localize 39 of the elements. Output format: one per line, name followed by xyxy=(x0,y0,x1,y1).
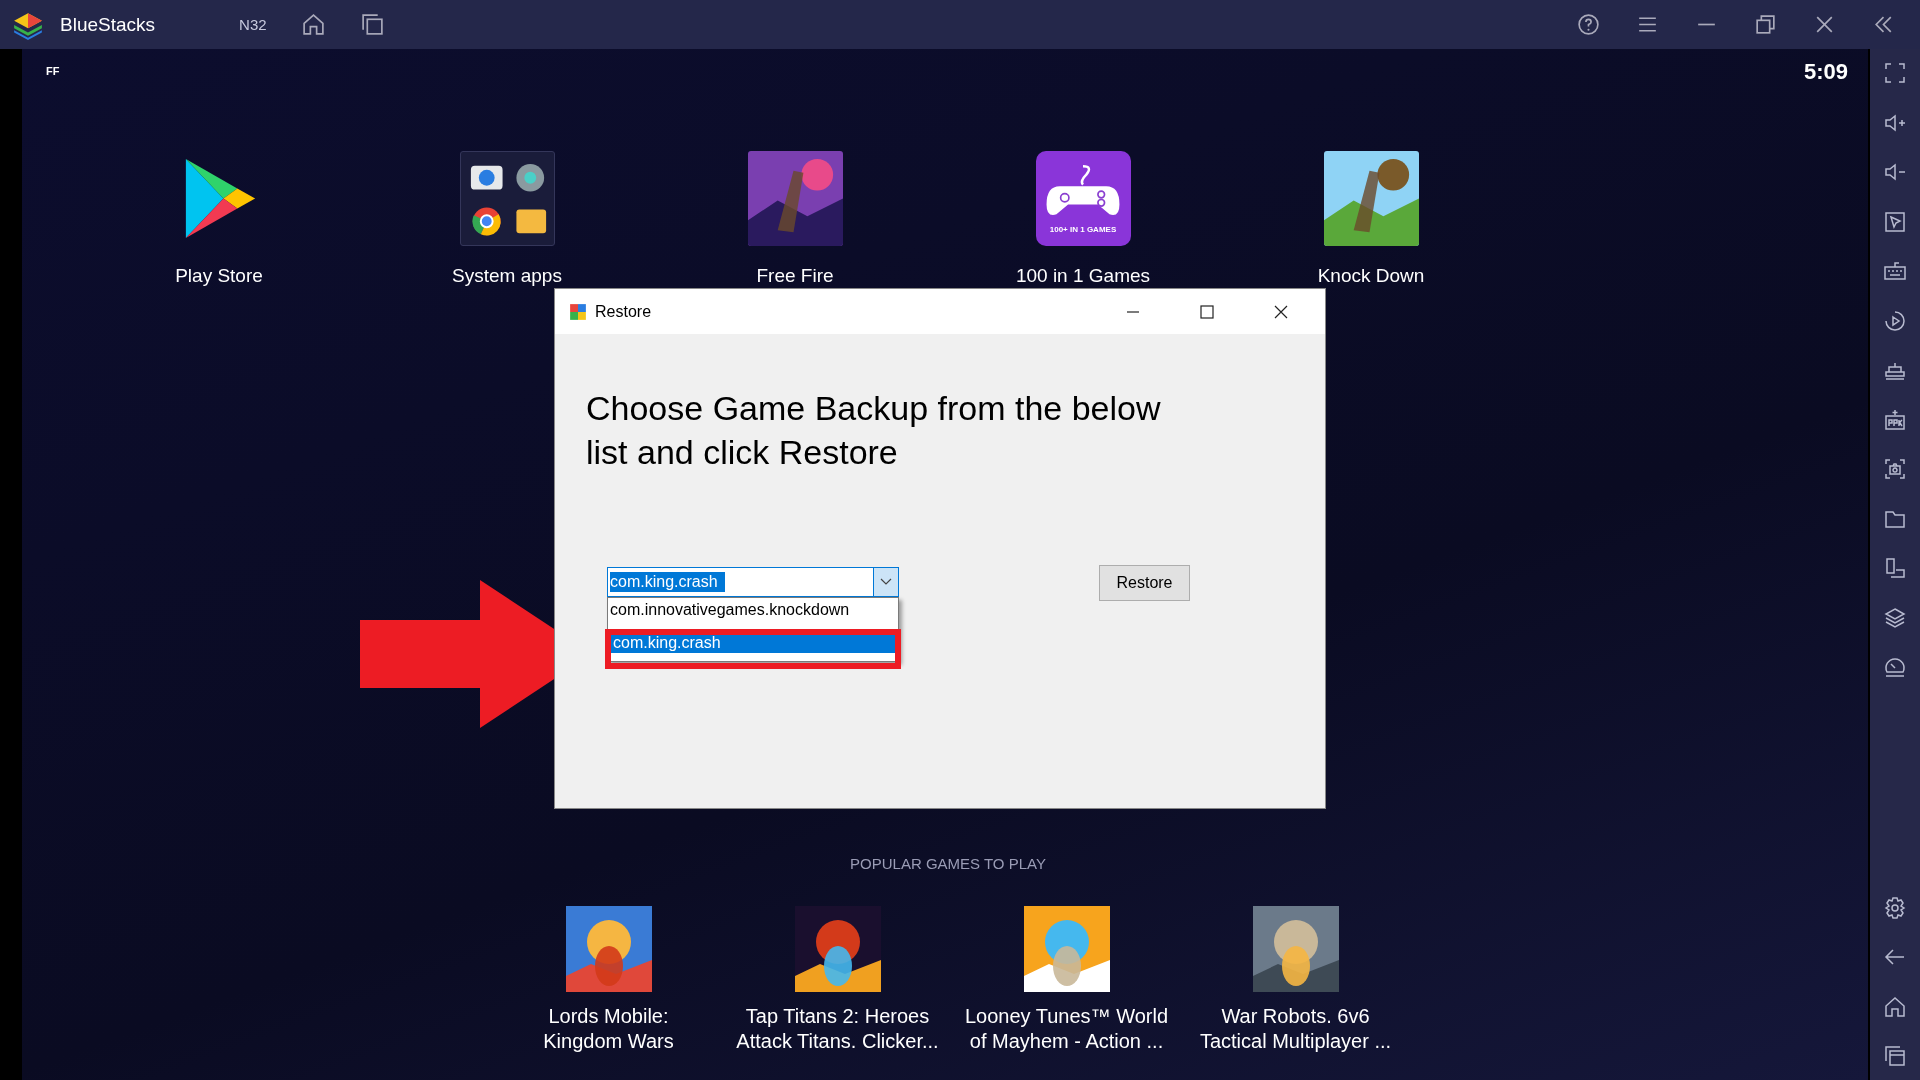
cursor-icon[interactable] xyxy=(1883,209,1907,234)
home-icon[interactable] xyxy=(300,12,326,37)
app-label: 100 in 1 Games xyxy=(1015,265,1151,287)
app-label: Knock Down xyxy=(1317,265,1425,287)
apk-icon[interactable] xyxy=(1883,407,1907,432)
dialog-title: Restore xyxy=(595,302,652,321)
restore-icon[interactable] xyxy=(1753,12,1778,37)
backup-dropdown[interactable]: com.king.crash xyxy=(607,567,899,597)
app-name: BlueStacks xyxy=(60,13,156,36)
app-icon[interactable]: 100+ IN 1 GAMES xyxy=(1035,151,1131,246)
restore-button[interactable]: Restore xyxy=(1099,565,1190,601)
screenshot-icon[interactable] xyxy=(1883,457,1907,481)
game-title: Tap Titans 2: Heroes Attack Titans. Clicker... xyxy=(736,1004,939,1054)
status-indicator: FF xyxy=(46,64,60,79)
recent-apps-icon[interactable] xyxy=(359,12,385,37)
app-label: Free Fire xyxy=(756,265,834,287)
game-title: War Robots. 6v6 Tactical Multiplayer ... xyxy=(1199,1004,1392,1054)
instance-name: N32 xyxy=(239,16,267,33)
dropdown-option[interactable]: com.innovativegames.knockdown xyxy=(608,600,898,620)
app-label: System apps xyxy=(452,265,562,287)
window-app-icon xyxy=(569,302,587,321)
dialog-heading: Choose Game Backup from the below list and click Restore xyxy=(586,388,1162,473)
game-title: Looney Tunes™ World of Mayhem - Action ... xyxy=(964,1004,1169,1054)
app-folder-icon[interactable] xyxy=(459,151,555,246)
dropdown-option[interactable]: com.king.crash xyxy=(611,633,895,653)
section-title: POPULAR GAMES TO PLAY xyxy=(850,855,1046,872)
gauge-icon[interactable] xyxy=(1883,655,1907,679)
home-icon[interactable] xyxy=(1883,994,1907,1019)
chevron-down-icon xyxy=(880,578,892,586)
fullscreen-icon[interactable] xyxy=(1883,61,1907,85)
recent-icon[interactable] xyxy=(1883,1044,1907,1068)
settings-icon[interactable] xyxy=(1883,895,1907,920)
help-icon[interactable] xyxy=(1576,12,1601,37)
app-icon-caption: 100+ IN 1 GAMES xyxy=(1049,225,1117,234)
app-label: Play Store xyxy=(175,265,263,287)
clock: 5:09 xyxy=(1803,59,1848,86)
game-title: Lords Mobile: Kingdom Wars xyxy=(543,1004,674,1054)
layers-icon[interactable] xyxy=(1883,605,1907,630)
keyboard-icon[interactable] xyxy=(1883,259,1907,283)
